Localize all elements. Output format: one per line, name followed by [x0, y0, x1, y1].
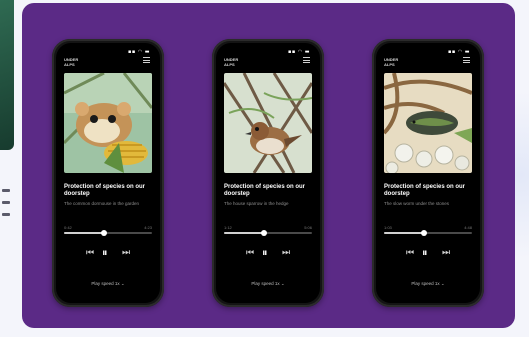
time-labels: 0:42 4:23: [64, 225, 152, 230]
menu-icon[interactable]: [463, 57, 470, 63]
status-bar: ▪▪ ◠ ▬: [287, 49, 310, 55]
brand-line-2: ALPS: [224, 62, 235, 67]
time-total: 5:06: [304, 225, 312, 230]
play-speed-selector[interactable]: Play speed 1x ⌄: [411, 281, 444, 287]
episode-subtitle: The common dormouse in the garden: [64, 201, 140, 206]
play-speed-label: Play speed 1x: [251, 281, 280, 286]
brand-line-2: ALPS: [384, 62, 395, 67]
progress-bar[interactable]: [224, 230, 312, 236]
progress-handle[interactable]: [420, 230, 427, 236]
chevron-down-icon: ⌄: [120, 281, 125, 286]
background-text-fragment: [0, 180, 14, 250]
time-total: 4:23: [144, 225, 152, 230]
menu-icon[interactable]: [143, 57, 150, 63]
phone-screen: ▪▪ ◠ ▬ UNDER ALPS Protection of species …: [56, 43, 160, 303]
chevron-down-icon: ⌄: [440, 281, 445, 286]
status-bar: ▪▪ ◠ ▬: [127, 49, 150, 55]
sparrow-illustration: [224, 73, 312, 173]
dormouse-illustration: [64, 73, 152, 173]
next-icon[interactable]: ⏭: [122, 246, 130, 260]
progress-fill: [64, 232, 104, 234]
episode-subtitle: The house sparrow in the hedge: [224, 201, 289, 206]
playback-controls: ⏮ ⏸ ⏭: [216, 246, 320, 260]
pause-icon[interactable]: ⏸: [102, 246, 108, 260]
previous-icon[interactable]: ⏮: [86, 246, 94, 260]
background-leaf-image: [0, 0, 14, 150]
time-elapsed: 1:03: [384, 225, 392, 230]
phone-screen: ▪▪ ◠ ▬ UNDER ALPS Protection of species …: [216, 43, 320, 303]
play-speed-selector[interactable]: Play speed 1x ⌄: [251, 281, 284, 287]
menu-icon[interactable]: [303, 57, 310, 63]
episode-title: Protection of species on our doorstep: [384, 184, 466, 197]
lizard-illustration: [384, 73, 472, 173]
episode-artwork: [384, 73, 472, 173]
time-elapsed: 0:42: [64, 225, 72, 230]
pause-icon[interactable]: ⏸: [262, 246, 268, 260]
previous-icon[interactable]: ⏮: [406, 246, 414, 260]
brand-logo: UNDER ALPS: [64, 57, 78, 67]
progress-fill: [224, 232, 264, 234]
brand-logo: UNDER ALPS: [224, 57, 238, 67]
time-elapsed: 1:12: [224, 225, 232, 230]
next-icon[interactable]: ⏭: [282, 246, 290, 260]
episode-title: Protection of species on our doorstep: [224, 184, 306, 197]
time-labels: 1:12 5:06: [224, 225, 312, 230]
playback-controls: ⏮ ⏸ ⏭: [376, 246, 480, 260]
chevron-down-icon: ⌄: [280, 281, 285, 286]
progress-bar[interactable]: [64, 230, 152, 236]
pause-icon[interactable]: ⏸: [422, 246, 428, 260]
time-labels: 1:03 4:48: [384, 225, 472, 230]
brand-line-2: ALPS: [64, 62, 75, 67]
phone-mockup-2: ▪▪ ◠ ▬ UNDER ALPS Protection of species …: [212, 39, 324, 307]
progress-bar[interactable]: [384, 230, 472, 236]
progress-fill: [384, 232, 424, 234]
phone-mockup-1: ▪▪ ◠ ▬ UNDER ALPS Protection of species …: [52, 39, 164, 307]
episode-artwork: [64, 73, 152, 173]
play-speed-label: Play speed 1x: [411, 281, 440, 286]
status-bar: ▪▪ ◠ ▬: [447, 49, 470, 55]
previous-icon[interactable]: ⏮: [246, 246, 254, 260]
play-speed-label: Play speed 1x: [91, 281, 120, 286]
episode-artwork: [224, 73, 312, 173]
next-icon[interactable]: ⏭: [442, 246, 450, 260]
play-speed-selector[interactable]: Play speed 1x ⌄: [91, 281, 124, 287]
progress-handle[interactable]: [100, 230, 107, 236]
showcase-panel: ▪▪ ◠ ▬ UNDER ALPS Protection of species …: [22, 3, 515, 328]
episode-subtitle: The slow worm under the stones: [384, 201, 450, 206]
phone-screen: ▪▪ ◠ ▬ UNDER ALPS Protection of species …: [376, 43, 480, 303]
playback-controls: ⏮ ⏸ ⏭: [56, 246, 160, 260]
time-total: 4:48: [464, 225, 472, 230]
episode-title: Protection of species on our doorstep: [64, 184, 146, 197]
brand-logo: UNDER ALPS: [384, 57, 398, 67]
phone-mockup-3: ▪▪ ◠ ▬ UNDER ALPS Protection of species …: [372, 39, 484, 307]
progress-handle[interactable]: [260, 230, 267, 236]
